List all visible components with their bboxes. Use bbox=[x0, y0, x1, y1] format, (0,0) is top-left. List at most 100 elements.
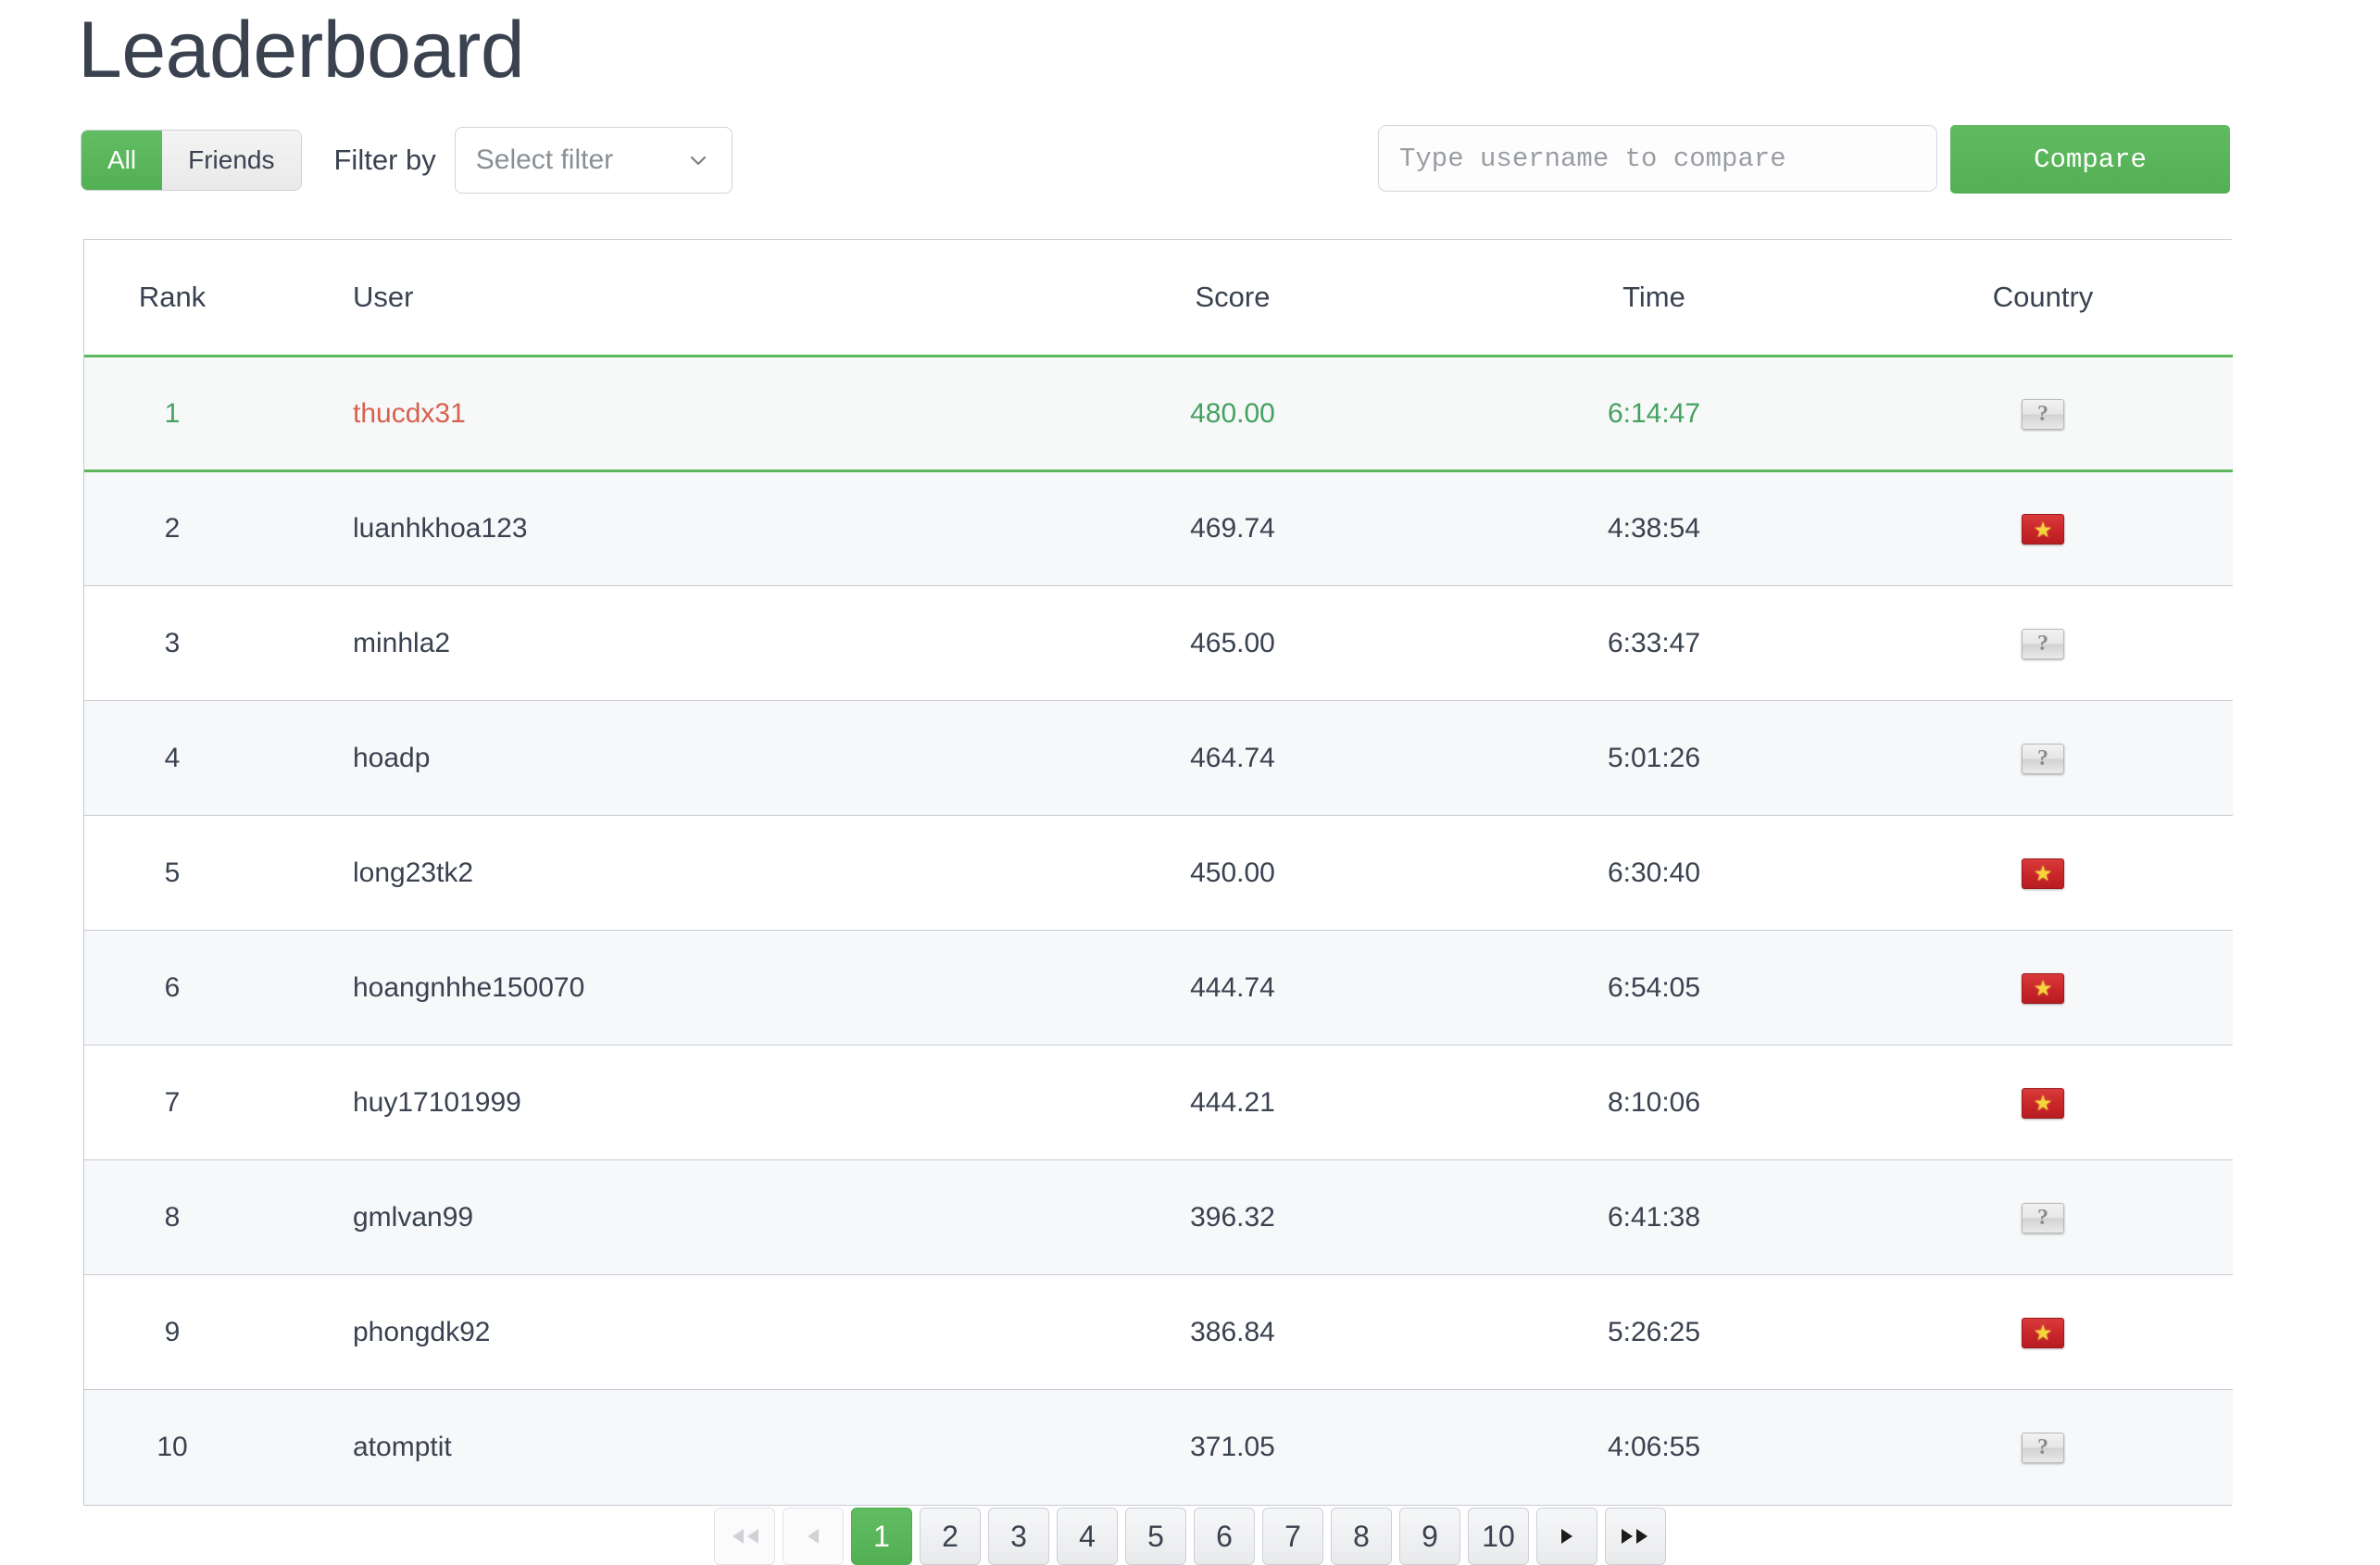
cell-user[interactable]: gmlvan99 bbox=[260, 1160, 1010, 1275]
cell-user[interactable]: hoangnhhe150070 bbox=[260, 931, 1010, 1045]
cell-country: ? bbox=[1853, 586, 2233, 701]
cell-time: 5:26:25 bbox=[1455, 1275, 1853, 1390]
filter-select[interactable]: Select filter bbox=[455, 127, 733, 194]
scope-toggle-all[interactable]: All bbox=[81, 131, 162, 190]
page-title: Leaderboard bbox=[78, 7, 524, 94]
cell-country: ★ bbox=[1853, 1275, 2233, 1390]
cell-score: 396.32 bbox=[1010, 1160, 1455, 1275]
cell-user[interactable]: thucdx31 bbox=[260, 357, 1010, 471]
scope-toggle-group[interactable]: All Friends bbox=[81, 131, 301, 190]
cell-score: 464.74 bbox=[1010, 701, 1455, 816]
cell-rank: 4 bbox=[84, 701, 260, 816]
vietnam-flag-icon: ★ bbox=[2022, 514, 2064, 545]
cell-user[interactable]: atomptit bbox=[260, 1390, 1010, 1505]
cell-country: ★ bbox=[1853, 471, 2233, 586]
table-row[interactable]: 1thucdx31480.006:14:47? bbox=[84, 357, 2233, 471]
compare-button[interactable]: Compare bbox=[1950, 125, 2230, 194]
table-row[interactable]: 5long23tk2450.006:30:40 ★ bbox=[84, 816, 2233, 931]
cell-score: 480.00 bbox=[1010, 357, 1455, 471]
cell-rank: 8 bbox=[84, 1160, 260, 1275]
cell-time: 8:10:06 bbox=[1455, 1045, 1853, 1160]
pagination-page-9[interactable]: 9 bbox=[1399, 1508, 1460, 1565]
cell-country: ? bbox=[1853, 1390, 2233, 1505]
table-header-row: Rank User Score Time Country bbox=[84, 240, 2233, 357]
leaderboard-table: Rank User Score Time Country 1thucdx3148… bbox=[84, 240, 2233, 1505]
flag-star-icon: ★ bbox=[2033, 520, 2053, 540]
controls-bar: All Friends Filter by Select filter bbox=[81, 128, 733, 193]
table-row[interactable]: 6hoangnhhe150070444.746:54:05★ bbox=[84, 931, 2233, 1045]
vietnam-flag-icon: ★ bbox=[2022, 858, 2064, 889]
cell-country: ★ bbox=[1853, 931, 2233, 1045]
table-row[interactable]: 10atomptit371.054:06:55? bbox=[84, 1390, 2233, 1505]
pagination-page-3[interactable]: 3 bbox=[988, 1508, 1049, 1565]
pagination-page-7[interactable]: 7 bbox=[1262, 1508, 1323, 1565]
cell-rank: 10 bbox=[84, 1390, 260, 1505]
leaderboard-page: Leaderboard All Friends Filter by Select… bbox=[0, 0, 2380, 1565]
cell-user[interactable]: phongdk92 bbox=[260, 1275, 1010, 1390]
unknown-flag-icon: ? bbox=[2022, 629, 2064, 659]
table-row[interactable]: 9phongdk92386.845:26:25★ bbox=[84, 1275, 2233, 1390]
leaderboard-table-card: Rank User Score Time Country 1thucdx3148… bbox=[83, 239, 2232, 1506]
cell-country: ? bbox=[1853, 1160, 2233, 1275]
cell-rank: 6 bbox=[84, 931, 260, 1045]
cell-score: 465.00 bbox=[1010, 586, 1455, 701]
cell-score: 444.21 bbox=[1010, 1045, 1455, 1160]
cell-rank: 7 bbox=[84, 1045, 260, 1160]
cell-rank: 3 bbox=[84, 586, 260, 701]
pagination: 12345678910 bbox=[0, 1508, 2380, 1565]
cell-user[interactable]: hoadp bbox=[260, 701, 1010, 816]
cell-rank: 9 bbox=[84, 1275, 260, 1390]
pagination-page-10[interactable]: 10 bbox=[1468, 1508, 1529, 1565]
column-header-time[interactable]: Time bbox=[1455, 240, 1853, 357]
table-header: Rank User Score Time Country bbox=[84, 240, 2233, 357]
filter-select-wrapper: Select filter bbox=[455, 127, 733, 194]
table-row[interactable]: 7huy17101999444.218:10:06 ★ bbox=[84, 1045, 2233, 1160]
scope-toggle-friends[interactable]: Friends bbox=[162, 131, 300, 190]
pagination-page-6[interactable]: 6 bbox=[1194, 1508, 1255, 1565]
column-header-rank[interactable]: Rank bbox=[84, 240, 260, 357]
pagination-page-1[interactable]: 1 bbox=[851, 1508, 912, 1565]
table-row[interactable]: 4hoadp464.745:01:26? bbox=[84, 701, 2233, 816]
cell-user[interactable]: long23tk2 bbox=[260, 816, 1010, 931]
pagination-page-4[interactable]: 4 bbox=[1057, 1508, 1118, 1565]
cell-user[interactable]: huy17101999 bbox=[260, 1045, 1010, 1160]
cell-time: 6:54:05 bbox=[1455, 931, 1853, 1045]
cell-time: 6:30:40 bbox=[1455, 816, 1853, 931]
column-header-score[interactable]: Score bbox=[1010, 240, 1455, 357]
cell-user[interactable]: minhla2 bbox=[260, 586, 1010, 701]
cell-score: 386.84 bbox=[1010, 1275, 1455, 1390]
cell-time: 6:14:47 bbox=[1455, 357, 1853, 471]
column-header-country[interactable]: Country bbox=[1853, 240, 2233, 357]
cell-score: 469.74 bbox=[1010, 471, 1455, 586]
cell-time: 5:01:26 bbox=[1455, 701, 1853, 816]
flag-star-icon: ★ bbox=[2033, 863, 2053, 883]
column-header-user[interactable]: User bbox=[260, 240, 1010, 357]
cell-time: 4:38:54 bbox=[1455, 471, 1853, 586]
vietnam-flag-icon: ★ bbox=[2022, 973, 2064, 1004]
pagination-last-button[interactable] bbox=[1605, 1508, 1666, 1565]
cell-time: 4:06:55 bbox=[1455, 1390, 1853, 1505]
pagination-page-8[interactable]: 8 bbox=[1331, 1508, 1392, 1565]
cell-rank: 2 bbox=[84, 471, 260, 586]
compare-bar: Compare bbox=[1378, 125, 2230, 192]
cell-country: ★ bbox=[1853, 816, 2233, 931]
vietnam-flag-icon: ★ bbox=[2022, 1088, 2064, 1119]
cell-score: 450.00 bbox=[1010, 816, 1455, 931]
cell-user[interactable]: luanhkhoa123 bbox=[260, 471, 1010, 586]
cell-country: ? bbox=[1853, 701, 2233, 816]
unknown-flag-icon: ? bbox=[2022, 744, 2064, 774]
compare-username-input[interactable] bbox=[1378, 125, 1937, 192]
cell-country: ? bbox=[1853, 357, 2233, 471]
pagination-page-2[interactable]: 2 bbox=[920, 1508, 981, 1565]
cell-rank: 5 bbox=[84, 816, 260, 931]
unknown-flag-icon: ? bbox=[2022, 1203, 2064, 1233]
cell-time: 6:41:38 bbox=[1455, 1160, 1853, 1275]
pagination-next-button[interactable] bbox=[1536, 1508, 1597, 1565]
pagination-page-5[interactable]: 5 bbox=[1125, 1508, 1186, 1565]
unknown-flag-icon: ? bbox=[2022, 1433, 2064, 1463]
flag-star-icon: ★ bbox=[2033, 1093, 2053, 1113]
table-row[interactable]: 3minhla2465.006:33:47? bbox=[84, 586, 2233, 701]
table-row[interactable]: 2luanhkhoa123469.744:38:54 ★ bbox=[84, 471, 2233, 586]
pagination-first-button bbox=[714, 1508, 775, 1565]
table-row[interactable]: 8gmlvan99396.326:41:38? bbox=[84, 1160, 2233, 1275]
